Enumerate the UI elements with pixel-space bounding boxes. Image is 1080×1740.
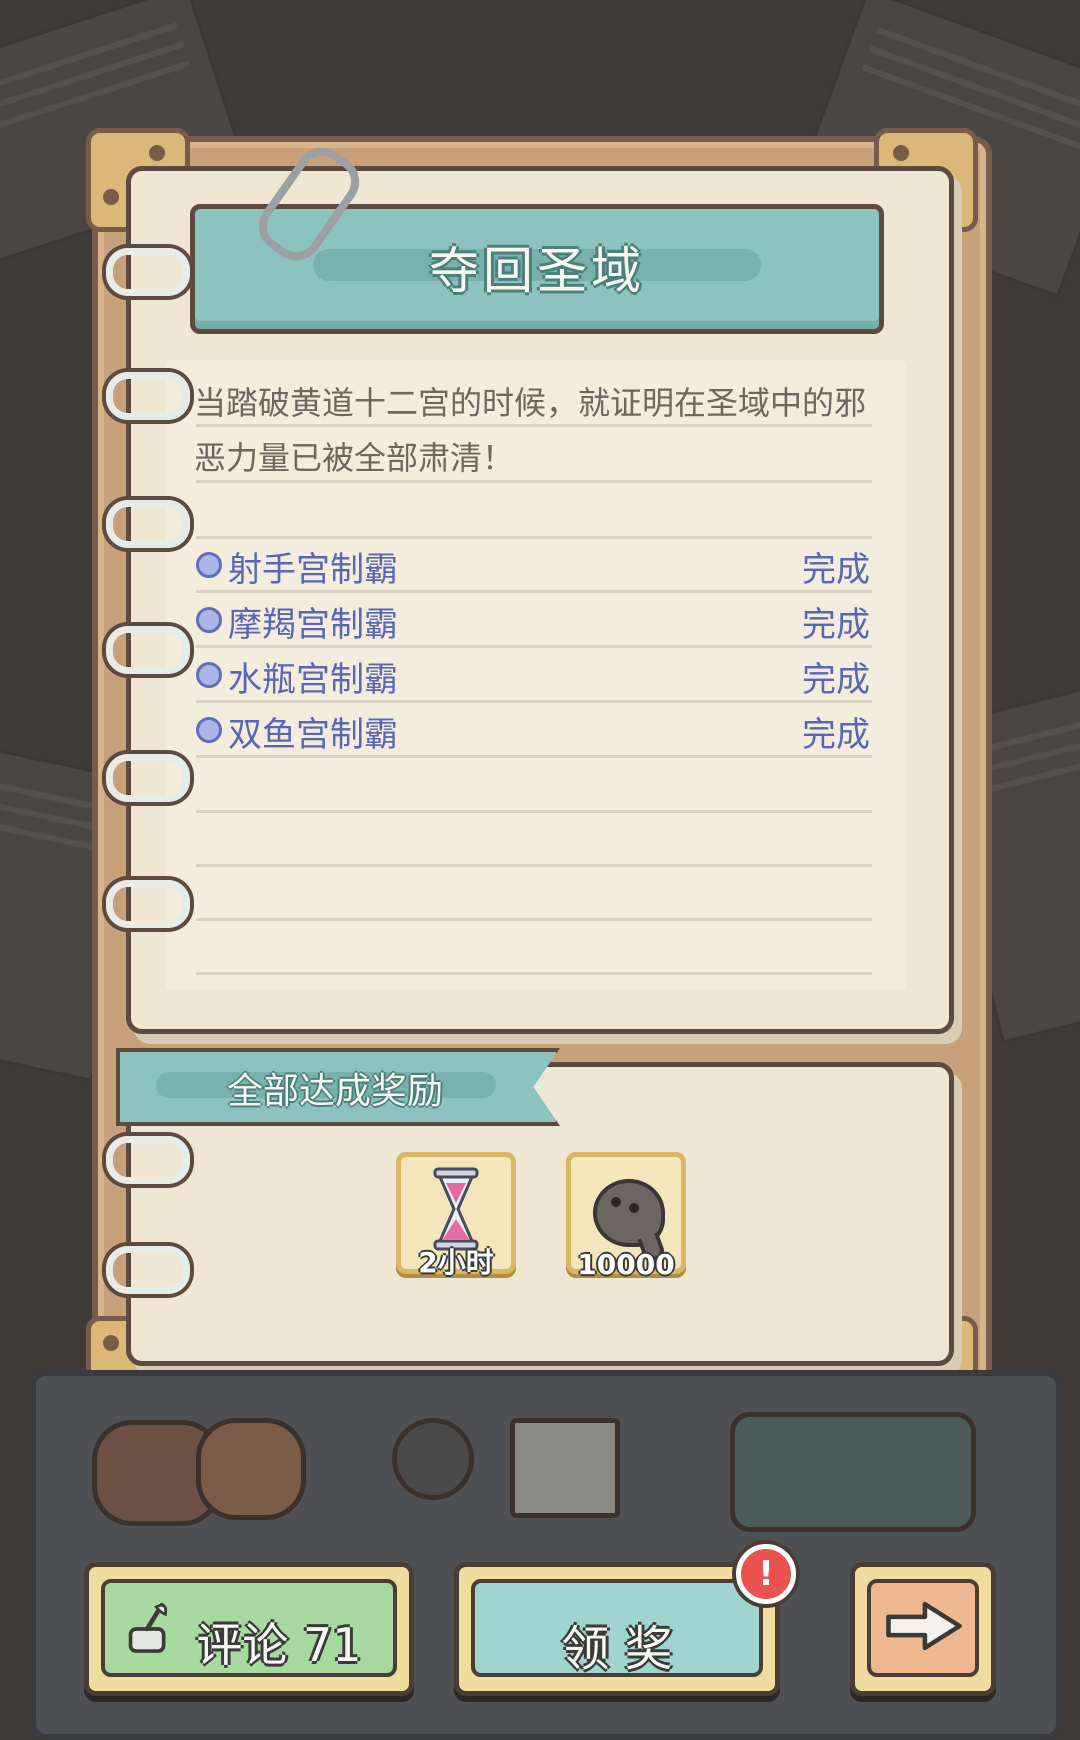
binder-ring	[106, 880, 190, 928]
binder-ring	[106, 754, 190, 802]
task-name: 水瓶宫制霸	[228, 660, 398, 700]
ruled-line	[196, 810, 872, 813]
task-status: 完成	[802, 550, 870, 590]
chest-decoration	[730, 1412, 976, 1532]
binder-ring	[106, 626, 190, 674]
bullet-icon	[196, 607, 222, 633]
comment-button-label: 评论 71	[196, 1618, 362, 1672]
paper-decoration	[510, 1418, 620, 1518]
next-button[interactable]	[850, 1562, 996, 1696]
comment-button[interactable]: 评论 71	[84, 1562, 414, 1696]
ruled-line	[196, 918, 872, 921]
task-name: 双鱼宫制霸	[228, 715, 398, 755]
binder-ring	[106, 500, 190, 548]
quest-description: 当踏破黄道十二宫的时候，就证明在圣域中的邪恶力量已被全部肃清！	[194, 384, 867, 477]
task-status: 完成	[802, 715, 870, 755]
task-row: 水瓶宫制霸 完成	[194, 648, 870, 700]
binder-ring	[106, 372, 190, 420]
reward-title: 全部达成奖励	[226, 1071, 443, 1112]
magnifier-icon	[392, 1418, 474, 1500]
claim-button-face: 领 奖	[471, 1579, 763, 1677]
task-name: 射手宫制霸	[228, 550, 398, 590]
binder-ring	[106, 1246, 190, 1294]
claim-reward-button[interactable]: 领 奖	[454, 1562, 780, 1696]
arrow-right-icon	[886, 1601, 962, 1651]
reward-item-spirit[interactable]: 10000	[566, 1152, 686, 1281]
bullet-icon	[196, 662, 222, 688]
comment-button-face: 评论 71	[101, 1579, 397, 1677]
task-status: 完成	[802, 660, 870, 700]
claim-button-label: 领 奖	[561, 1621, 673, 1677]
reward-amount: 2小时	[418, 1246, 494, 1279]
next-button-face	[867, 1579, 979, 1677]
reward-item-hourglass[interactable]: 2小时	[396, 1152, 516, 1279]
task-row: 摩羯宫制霸 完成	[194, 593, 870, 645]
spirit-icon	[593, 1179, 665, 1247]
binder-ring	[106, 248, 190, 296]
task-row: 射手宫制霸 完成	[194, 538, 870, 590]
task-name: 摩羯宫制霸	[228, 605, 398, 645]
hourglass-icon	[433, 1167, 479, 1251]
binder-ring	[106, 1136, 190, 1184]
ruled-line	[196, 972, 872, 975]
bullet-icon	[196, 717, 222, 743]
reward-ribbon: 全部达成奖励	[116, 1048, 560, 1126]
notification-badge: !	[736, 1544, 796, 1604]
task-status: 完成	[802, 605, 870, 645]
bullet-icon	[196, 552, 222, 578]
reward-amount: 10000	[577, 1248, 675, 1281]
task-row: 双鱼宫制霸 完成	[194, 703, 870, 755]
scroll-decoration	[196, 1418, 306, 1520]
ruled-line	[196, 864, 872, 867]
